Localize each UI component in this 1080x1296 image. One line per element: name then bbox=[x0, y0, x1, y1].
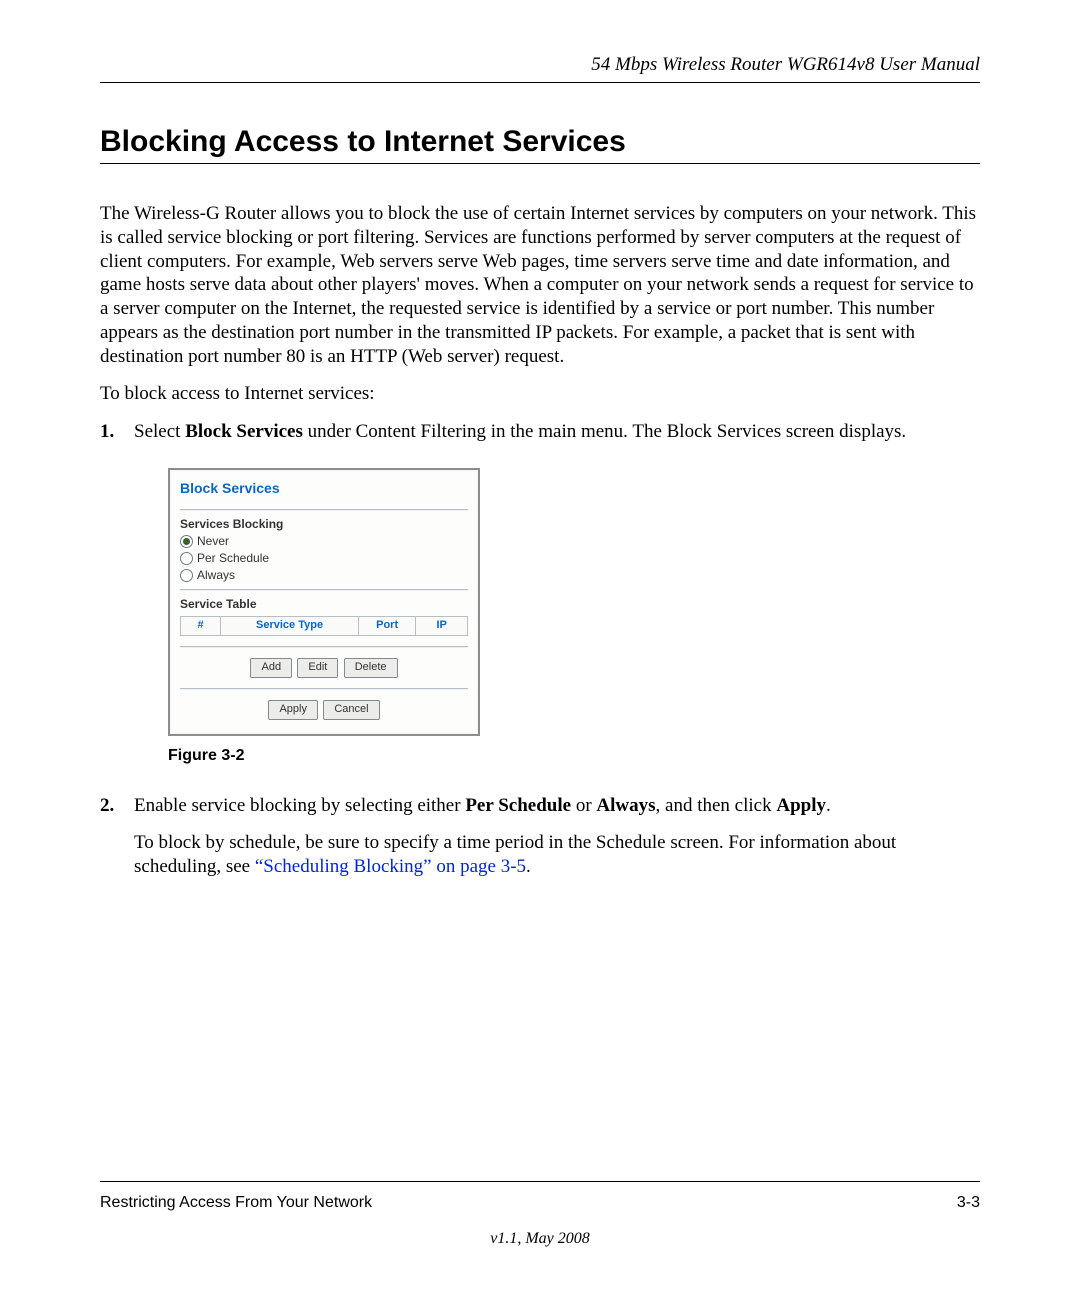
manual-page: 54 Mbps Wireless Router WGR614v8 User Ma… bbox=[0, 0, 1080, 1296]
step-2: Enable service blocking by selecting eit… bbox=[100, 794, 980, 879]
cross-reference-link[interactable]: “Scheduling Blocking” on page 3-5 bbox=[255, 856, 526, 877]
delete-button[interactable]: Delete bbox=[344, 658, 398, 678]
edit-button[interactable]: Edit bbox=[297, 658, 338, 678]
step-2-a: Enable service blocking by selecting eit… bbox=[134, 795, 465, 816]
step-1-text-post: under Content Filtering in the main menu… bbox=[303, 421, 906, 442]
service-table-label: Service Table bbox=[180, 597, 468, 612]
footer-section-title: Restricting Access From Your Network bbox=[100, 1194, 372, 1212]
step-2-e: , and then click bbox=[656, 795, 777, 816]
figure-caption: Figure 3-2 bbox=[168, 746, 980, 766]
table-header-row: # Service Type Port IP bbox=[181, 617, 468, 636]
divider-icon bbox=[180, 646, 468, 648]
services-blocking-label: Services Blocking bbox=[180, 517, 468, 532]
apply-button[interactable]: Apply bbox=[268, 700, 318, 720]
col-num: # bbox=[181, 617, 221, 636]
radio-icon bbox=[180, 552, 193, 565]
lead-in: To block access to Internet services: bbox=[100, 382, 980, 406]
col-type: Service Type bbox=[221, 617, 359, 636]
step-2-g: . bbox=[826, 795, 831, 816]
divider-icon bbox=[180, 688, 468, 690]
intro-paragraph: The Wireless-G Router allows you to bloc… bbox=[100, 202, 980, 368]
radio-per-schedule[interactable]: Per Schedule bbox=[180, 551, 468, 566]
radio-never[interactable]: Never bbox=[180, 534, 468, 549]
table-button-row: Add Edit Delete bbox=[180, 658, 468, 678]
col-port: Port bbox=[358, 617, 415, 636]
running-header: 54 Mbps Wireless Router WGR614v8 User Ma… bbox=[100, 54, 980, 83]
figure-3-2: Block Services Services Blocking Never P… bbox=[168, 468, 480, 736]
cancel-button[interactable]: Cancel bbox=[323, 700, 379, 720]
divider-icon bbox=[180, 509, 468, 511]
step-2-b: Per Schedule bbox=[465, 795, 571, 816]
radio-icon bbox=[180, 569, 193, 582]
step-2-note-b: . bbox=[526, 856, 531, 877]
step-2-d: Always bbox=[596, 795, 655, 816]
step-1-bold: Block Services bbox=[185, 421, 303, 442]
radio-label: Never bbox=[197, 534, 229, 549]
radio-label: Always bbox=[197, 568, 235, 583]
panel-title: Block Services bbox=[180, 480, 468, 498]
radio-label: Per Schedule bbox=[197, 551, 269, 566]
service-table: # Service Type Port IP bbox=[180, 616, 468, 636]
col-ip: IP bbox=[416, 617, 468, 636]
procedure-list: Select Block Services under Content Filt… bbox=[100, 420, 980, 879]
radio-always[interactable]: Always bbox=[180, 568, 468, 583]
radio-icon bbox=[180, 535, 193, 548]
add-button[interactable]: Add bbox=[250, 658, 292, 678]
step-2-c: or bbox=[571, 795, 596, 816]
divider-icon bbox=[180, 589, 468, 591]
block-services-panel: Block Services Services Blocking Never P… bbox=[168, 468, 480, 736]
step-1-text-pre: Select bbox=[134, 421, 185, 442]
step-1: Select Block Services under Content Filt… bbox=[100, 420, 980, 766]
page-footer: Restricting Access From Your Network 3-3… bbox=[100, 1181, 980, 1248]
footer-page-number: 3-3 bbox=[957, 1194, 980, 1212]
section-heading: Blocking Access to Internet Services bbox=[100, 125, 980, 164]
footer-version: v1.1, May 2008 bbox=[100, 1230, 980, 1248]
step-2-note: To block by schedule, be sure to specify… bbox=[134, 831, 980, 879]
body-text: The Wireless-G Router allows you to bloc… bbox=[100, 202, 980, 879]
step-2-f: Apply bbox=[776, 795, 826, 816]
panel-button-row: Apply Cancel bbox=[180, 700, 468, 720]
